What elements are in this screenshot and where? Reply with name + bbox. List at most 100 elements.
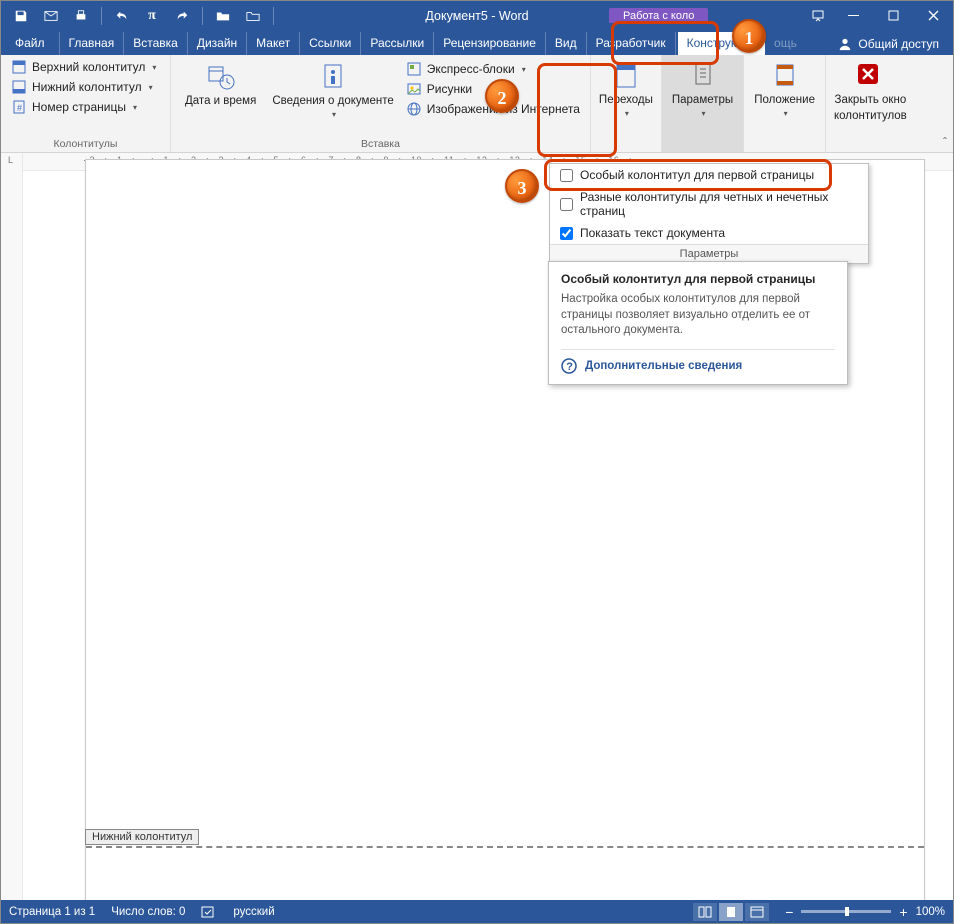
dropdown-icon: ▾ xyxy=(522,65,526,74)
group-close: Закрыть окно колонтитулов xyxy=(826,55,915,152)
tab-view[interactable]: Вид xyxy=(546,32,587,55)
dropdown-icon: ▾ xyxy=(149,83,153,92)
quickparts-label: Экспресс-блоки xyxy=(427,62,515,76)
maximize-icon[interactable] xyxy=(873,1,913,30)
position-button[interactable]: Положение ▾ xyxy=(744,55,825,118)
undo-icon[interactable] xyxy=(108,4,136,28)
pictures-label: Рисунки xyxy=(427,82,472,96)
quickparts-button[interactable]: Экспресс-блоки ▾ xyxy=(402,60,584,78)
close-hf-label2: колонтитулов xyxy=(834,110,907,123)
tab-developer[interactable]: Разработчик xyxy=(587,32,676,55)
parameters-button[interactable]: Параметры ▾ xyxy=(662,55,743,118)
close-icon[interactable] xyxy=(913,1,953,30)
title-bar: π Документ5 - Word Работа с коло xyxy=(1,1,953,30)
checkbox-show-doc[interactable] xyxy=(560,227,573,240)
collapse-ribbon-icon[interactable]: ˆ xyxy=(943,135,947,149)
position-label: Положение xyxy=(754,94,815,107)
svg-text:#: # xyxy=(17,103,22,113)
pagenum-icon: # xyxy=(11,99,27,115)
tab-references[interactable]: Ссылки xyxy=(300,32,361,55)
position-icon xyxy=(770,61,800,91)
tab-home[interactable]: Главная xyxy=(60,32,125,55)
goto-icon xyxy=(611,61,641,91)
dropdown-icon: ▾ xyxy=(702,110,706,119)
status-spelling-icon[interactable] xyxy=(201,905,217,919)
group-insert: Дата и время Сведения о документе▾ Экспр… xyxy=(171,55,591,152)
status-page[interactable]: Страница 1 из 1 xyxy=(9,906,95,918)
status-language[interactable]: русский xyxy=(233,906,274,918)
svg-text:?: ? xyxy=(566,361,573,373)
tooltip-more-link[interactable]: ? Дополнительные сведения xyxy=(561,349,835,374)
callout-1: 1 xyxy=(732,19,766,53)
tab-help-partial: ощь xyxy=(765,32,806,55)
ribbon-options-icon[interactable] xyxy=(803,1,833,30)
tab-mailings[interactable]: Рассылки xyxy=(361,32,434,55)
dropdown-icon: ▾ xyxy=(133,103,137,112)
view-read-icon[interactable] xyxy=(693,903,717,921)
tab-design[interactable]: Дизайн xyxy=(188,32,247,55)
share-label: Общий доступ xyxy=(858,37,939,51)
email-icon[interactable] xyxy=(37,4,65,28)
quick-access-toolbar: π xyxy=(1,1,284,30)
docinfo-label: Сведения о документе xyxy=(272,95,393,108)
header-icon xyxy=(11,59,27,75)
zoom-slider[interactable] xyxy=(801,910,891,913)
footer-region[interactable]: Нижний колонтитул xyxy=(86,846,924,848)
tab-file[interactable]: Файл xyxy=(1,32,60,55)
header-button[interactable]: Верхний колонтитул▾ xyxy=(7,58,164,76)
page-number-button[interactable]: # Номер страницы ▾ xyxy=(7,98,164,116)
group-position: Положение ▾ xyxy=(744,55,826,152)
tab-layout[interactable]: Макет xyxy=(247,32,300,55)
share-button[interactable]: Общий доступ xyxy=(824,33,953,55)
status-bar: Страница 1 из 1 Число слов: 0 русский − … xyxy=(1,900,953,923)
tab-review[interactable]: Рецензирование xyxy=(434,32,546,55)
pagenum-label: Номер страницы xyxy=(32,100,126,114)
view-buttons xyxy=(693,903,769,921)
save-icon[interactable] xyxy=(7,4,35,28)
opt-first-page[interactable]: Особый колонтитул для первой страницы xyxy=(550,164,868,186)
view-print-icon[interactable] xyxy=(719,903,743,921)
close-hf-button[interactable]: Закрыть окно колонтитулов xyxy=(826,55,915,122)
close-hf-icon xyxy=(855,61,885,91)
checkbox-odd-even[interactable] xyxy=(560,198,573,211)
vertical-ruler: L xyxy=(1,153,23,900)
opt-odd-even[interactable]: Разные колонтитулы для четных и нечетных… xyxy=(550,186,868,222)
parameters-dropdown: Особый колонтитул для первой страницы Ра… xyxy=(549,163,869,264)
datetime-button[interactable]: Дата и время xyxy=(177,58,264,119)
zoom-value[interactable]: 100% xyxy=(916,906,945,918)
zoom-controls: − + 100% xyxy=(785,904,945,920)
redo-icon[interactable] xyxy=(168,4,196,28)
goto-label: Переходы xyxy=(599,94,653,107)
minimize-icon[interactable] xyxy=(833,1,873,30)
pictures-icon xyxy=(406,81,422,97)
group-navigation: Переходы ▾ xyxy=(591,55,662,152)
parameters-label: Параметры xyxy=(672,94,733,107)
goto-button[interactable]: Переходы ▾ xyxy=(591,55,661,118)
docinfo-icon xyxy=(318,62,348,92)
tab-insert[interactable]: Вставка xyxy=(124,32,188,55)
tooltip-more-label: Дополнительные сведения xyxy=(585,360,742,372)
help-icon: ? xyxy=(561,358,577,374)
zoom-out-button[interactable]: − xyxy=(785,904,793,920)
zoom-in-button[interactable]: + xyxy=(899,904,907,920)
ribbon: Верхний колонтитул▾ Нижний колонтитул▾ #… xyxy=(1,55,953,153)
webpics-icon xyxy=(406,101,422,117)
opt-show-doc[interactable]: Показать текст документа xyxy=(550,222,868,244)
quickprint-icon[interactable] xyxy=(67,4,95,28)
footer-icon xyxy=(11,79,27,95)
quickparts-icon xyxy=(406,61,422,77)
callout-2: 2 xyxy=(485,79,519,113)
pi-icon[interactable]: π xyxy=(138,4,166,28)
footer-button[interactable]: Нижний колонтитул▾ xyxy=(7,78,164,96)
open-icon-1[interactable] xyxy=(209,4,237,28)
open-icon-2[interactable] xyxy=(239,4,267,28)
view-web-icon[interactable] xyxy=(745,903,769,921)
header-label: Верхний колонтитул xyxy=(32,60,145,74)
status-words[interactable]: Число слов: 0 xyxy=(111,906,185,918)
docinfo-button[interactable]: Сведения о документе▾ xyxy=(264,58,401,119)
params-icon xyxy=(688,61,718,91)
footer-tag: Нижний колонтитул xyxy=(85,829,199,845)
checkbox-first-page[interactable] xyxy=(560,169,573,182)
zoom-thumb[interactable] xyxy=(845,907,849,916)
person-icon xyxy=(838,37,852,51)
